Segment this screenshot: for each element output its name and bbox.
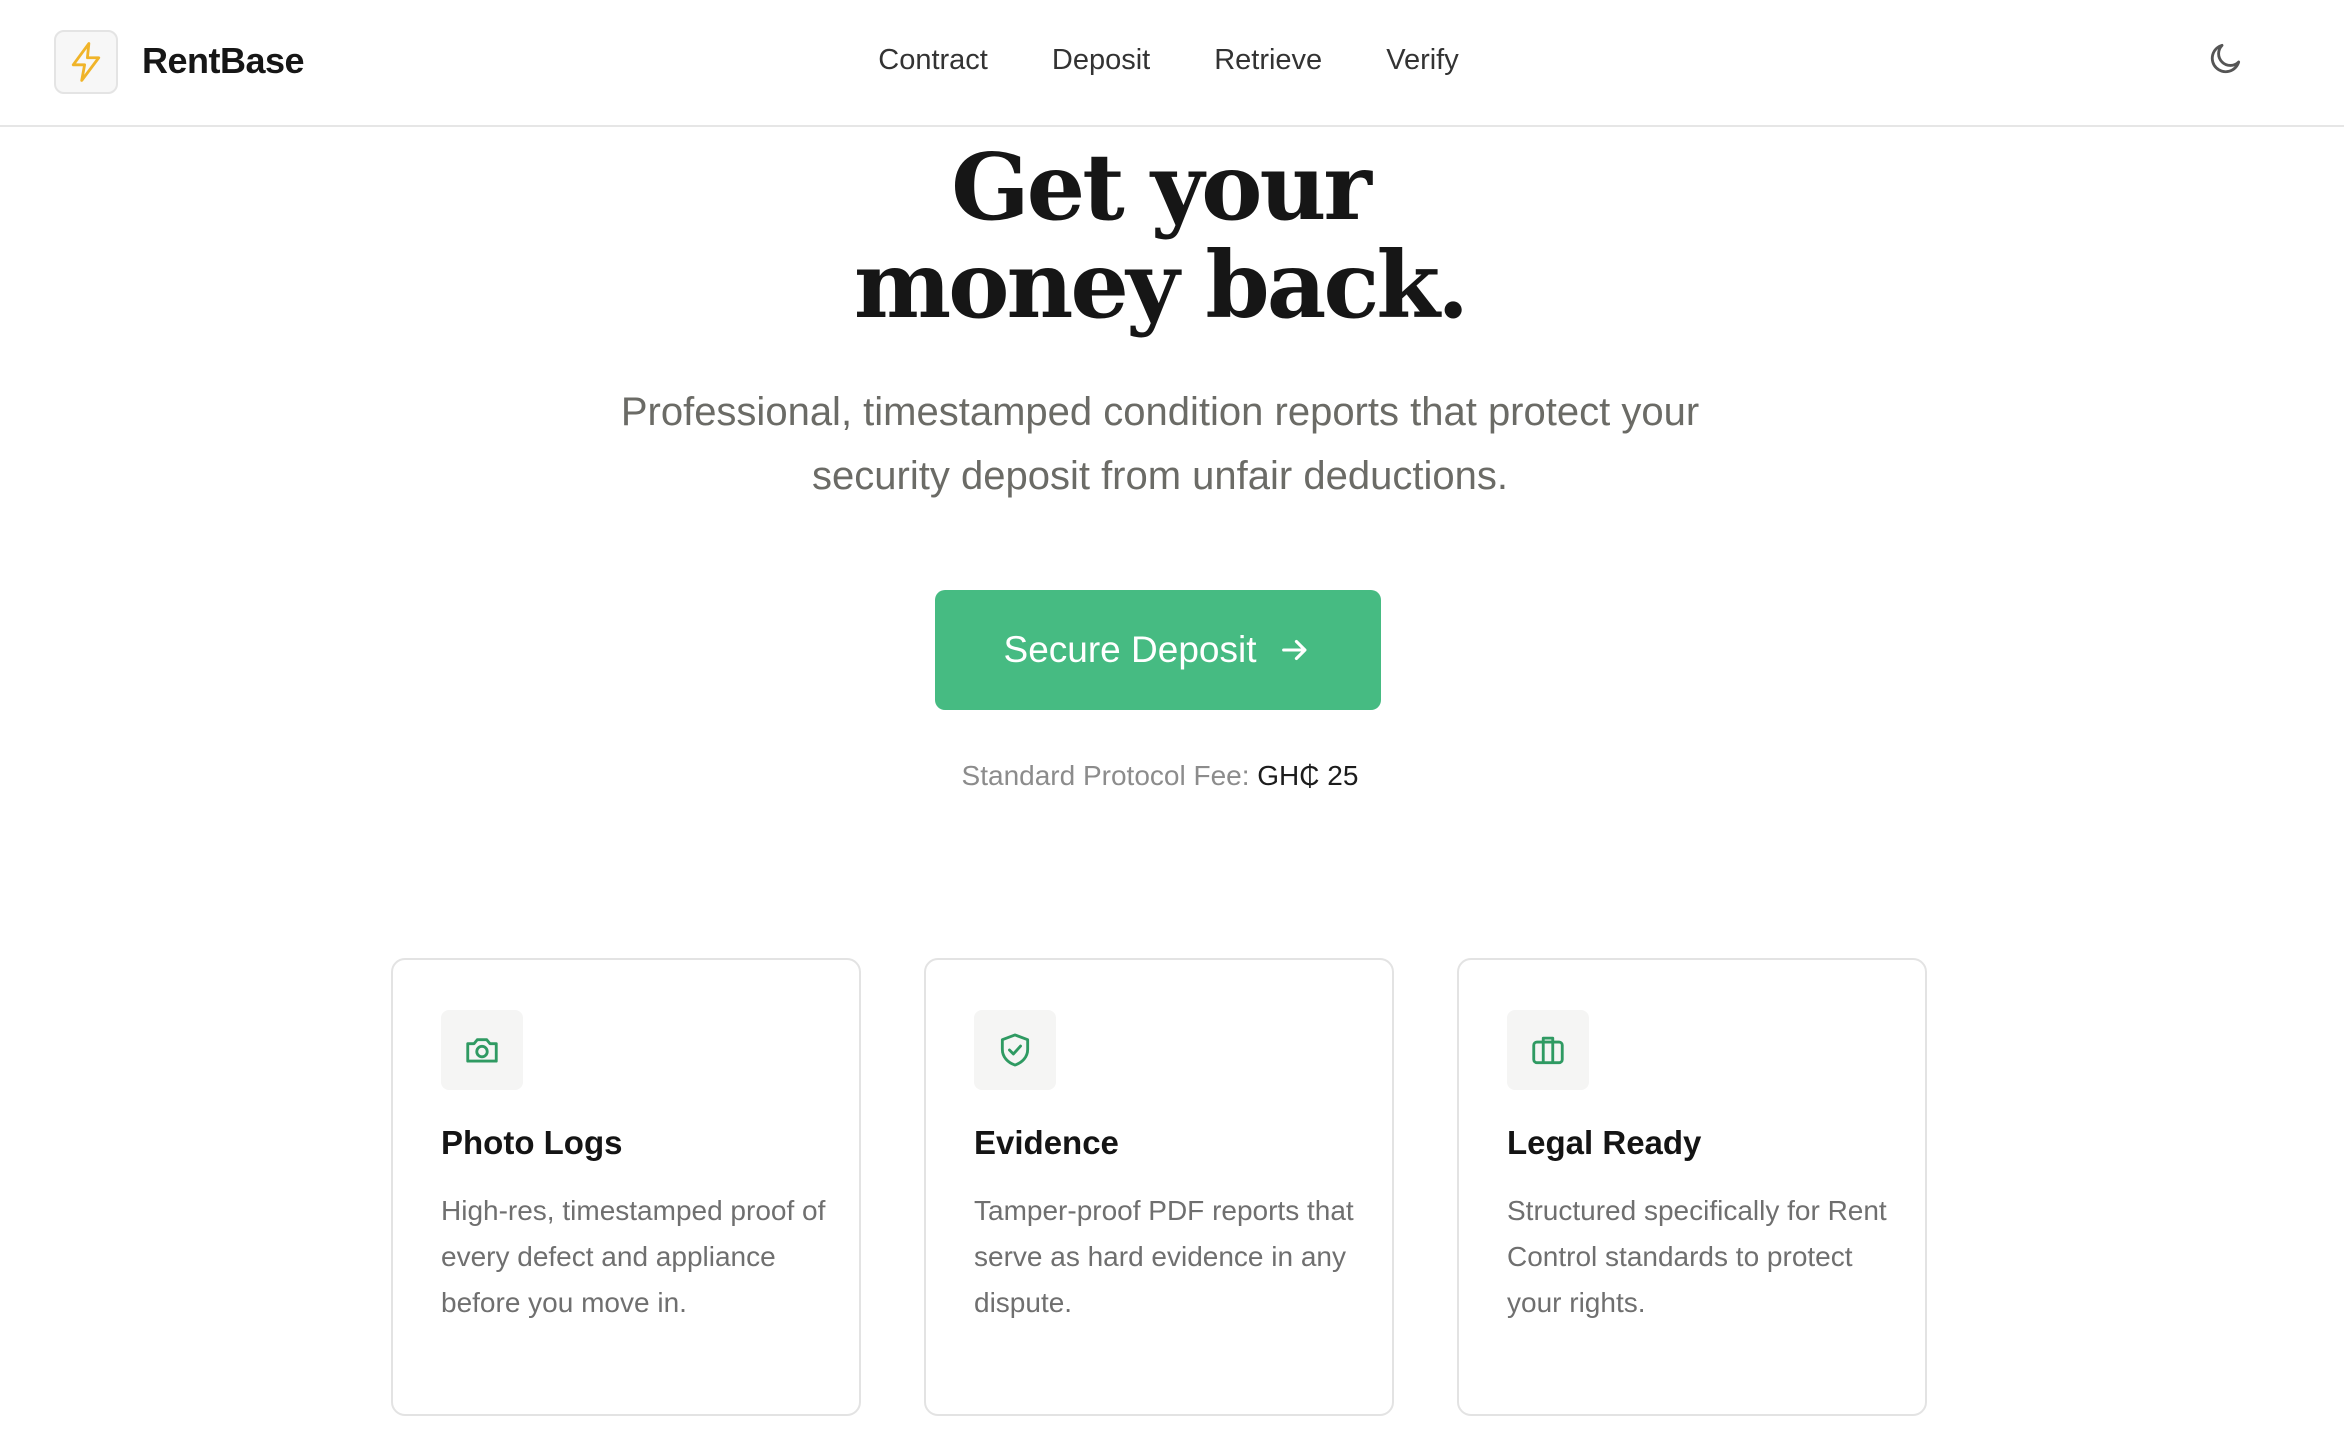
feature-card-legal-ready: Legal Ready Structured specifically for … [1457,958,1927,1416]
theme-toggle-button[interactable] [2204,36,2248,80]
arrow-right-icon [1282,639,1307,661]
feature-title: Legal Ready [1507,1124,1702,1161]
feature-card-evidence: Evidence Tamper-proof PDF reports that s… [924,958,1394,1416]
feature-description: Structured specifically for Rent Control… [1507,1195,1887,1318]
feature-description: High-res, timestamped proof of every def… [441,1195,826,1318]
briefcase-icon [1532,1036,1564,1065]
secure-deposit-button[interactable]: Secure Deposit [935,590,1381,710]
camera-icon [466,1038,498,1063]
fee-value: GH₵ 25 [1257,760,1359,791]
hero-title: Get your money back. [0,138,2320,334]
nav-contract[interactable]: Contract [878,44,988,77]
hero-title-line-2: money back. [853,231,1469,339]
nav-deposit[interactable]: Deposit [1052,44,1150,77]
hero-title-line-1: Get your [951,133,1372,241]
feature-icon-box [1507,1010,1589,1090]
moon-icon [2210,43,2241,74]
hero-subtitle: Professional, timestamped condition repo… [620,390,1700,498]
feature-title: Evidence [974,1124,1119,1161]
main-nav: Contract Deposit Retrieve Verify [0,44,2344,77]
feature-icon-box [441,1010,523,1090]
fee-info: Standard Protocol Fee: GH₵ 25 [0,760,2320,792]
nav-retrieve[interactable]: Retrieve [1214,44,1322,77]
feature-icon-box [974,1010,1056,1090]
top-header: RentBase Contract Deposit Retrieve Verif… [0,0,2344,127]
secure-deposit-label: Secure Deposit [1003,629,1257,670]
feature-title: Photo Logs [441,1124,623,1161]
fee-label: Standard Protocol Fee: [961,760,1250,791]
nav-verify[interactable]: Verify [1386,44,1459,77]
feature-description: Tamper-proof PDF reports that serve as h… [974,1195,1354,1318]
shield-check-icon [1000,1033,1030,1067]
feature-card-photo-logs: Photo Logs High-res, timestamped proof o… [391,958,861,1416]
